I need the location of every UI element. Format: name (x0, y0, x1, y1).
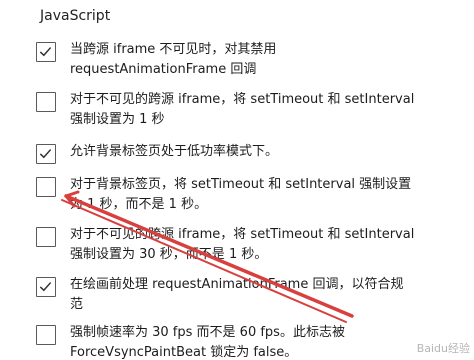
checkbox[interactable] (36, 177, 56, 197)
option-label-line-2: 范 (70, 297, 84, 312)
checkbox[interactable] (36, 325, 56, 345)
checkbox[interactable] (36, 227, 56, 247)
option-label-line-2: ForceVsyncPaintBeat 锁定为 false。 (70, 345, 298, 360)
checkbox[interactable] (36, 92, 56, 112)
option-label-line-2: requestAnimationFrame 回调 (70, 62, 257, 77)
checkmark-icon (39, 47, 52, 57)
option-label-line-1: 对于背景标签页，将 setTimeout 和 setInterval 强制设置 (70, 177, 412, 192)
checkmark-icon (39, 282, 52, 292)
checkbox[interactable] (36, 42, 56, 62)
option-label-line-1: 允许背景标签页处于低功率模式下。 (70, 144, 279, 159)
checkbox[interactable] (36, 144, 56, 164)
watermark-logo: Baidu经验 (416, 342, 470, 355)
checkmark-icon (39, 149, 52, 159)
checkbox[interactable] (36, 277, 56, 297)
option-label-line-1: 在绘画前处理 requestAnimationFrame 回调，以符合规 (70, 277, 404, 292)
section-title-javascript: JavaScript (40, 8, 111, 24)
option-label-line-1: 对于不可见的跨源 iframe，将 setTimeout 和 setInterv… (70, 92, 415, 107)
option-label-line-2: 为 1 秒，而不是 1 秒。 (70, 197, 208, 212)
option-label-line-1: 当跨源 iframe 不可见时，对其禁用 (70, 42, 277, 57)
option-label-line-2: 强制设置为 1 秒 (70, 112, 165, 127)
option-label-line-2: 强制设置为 30 秒，而不是 1 秒。 (70, 247, 268, 262)
option-label-line-1: 对于不可见的跨源 iframe，将 setTimeout 和 setInterv… (70, 227, 415, 242)
option-label-line-1: 强制帧速率为 30 fps 而不是 60 fps。此标志被 (70, 325, 345, 340)
